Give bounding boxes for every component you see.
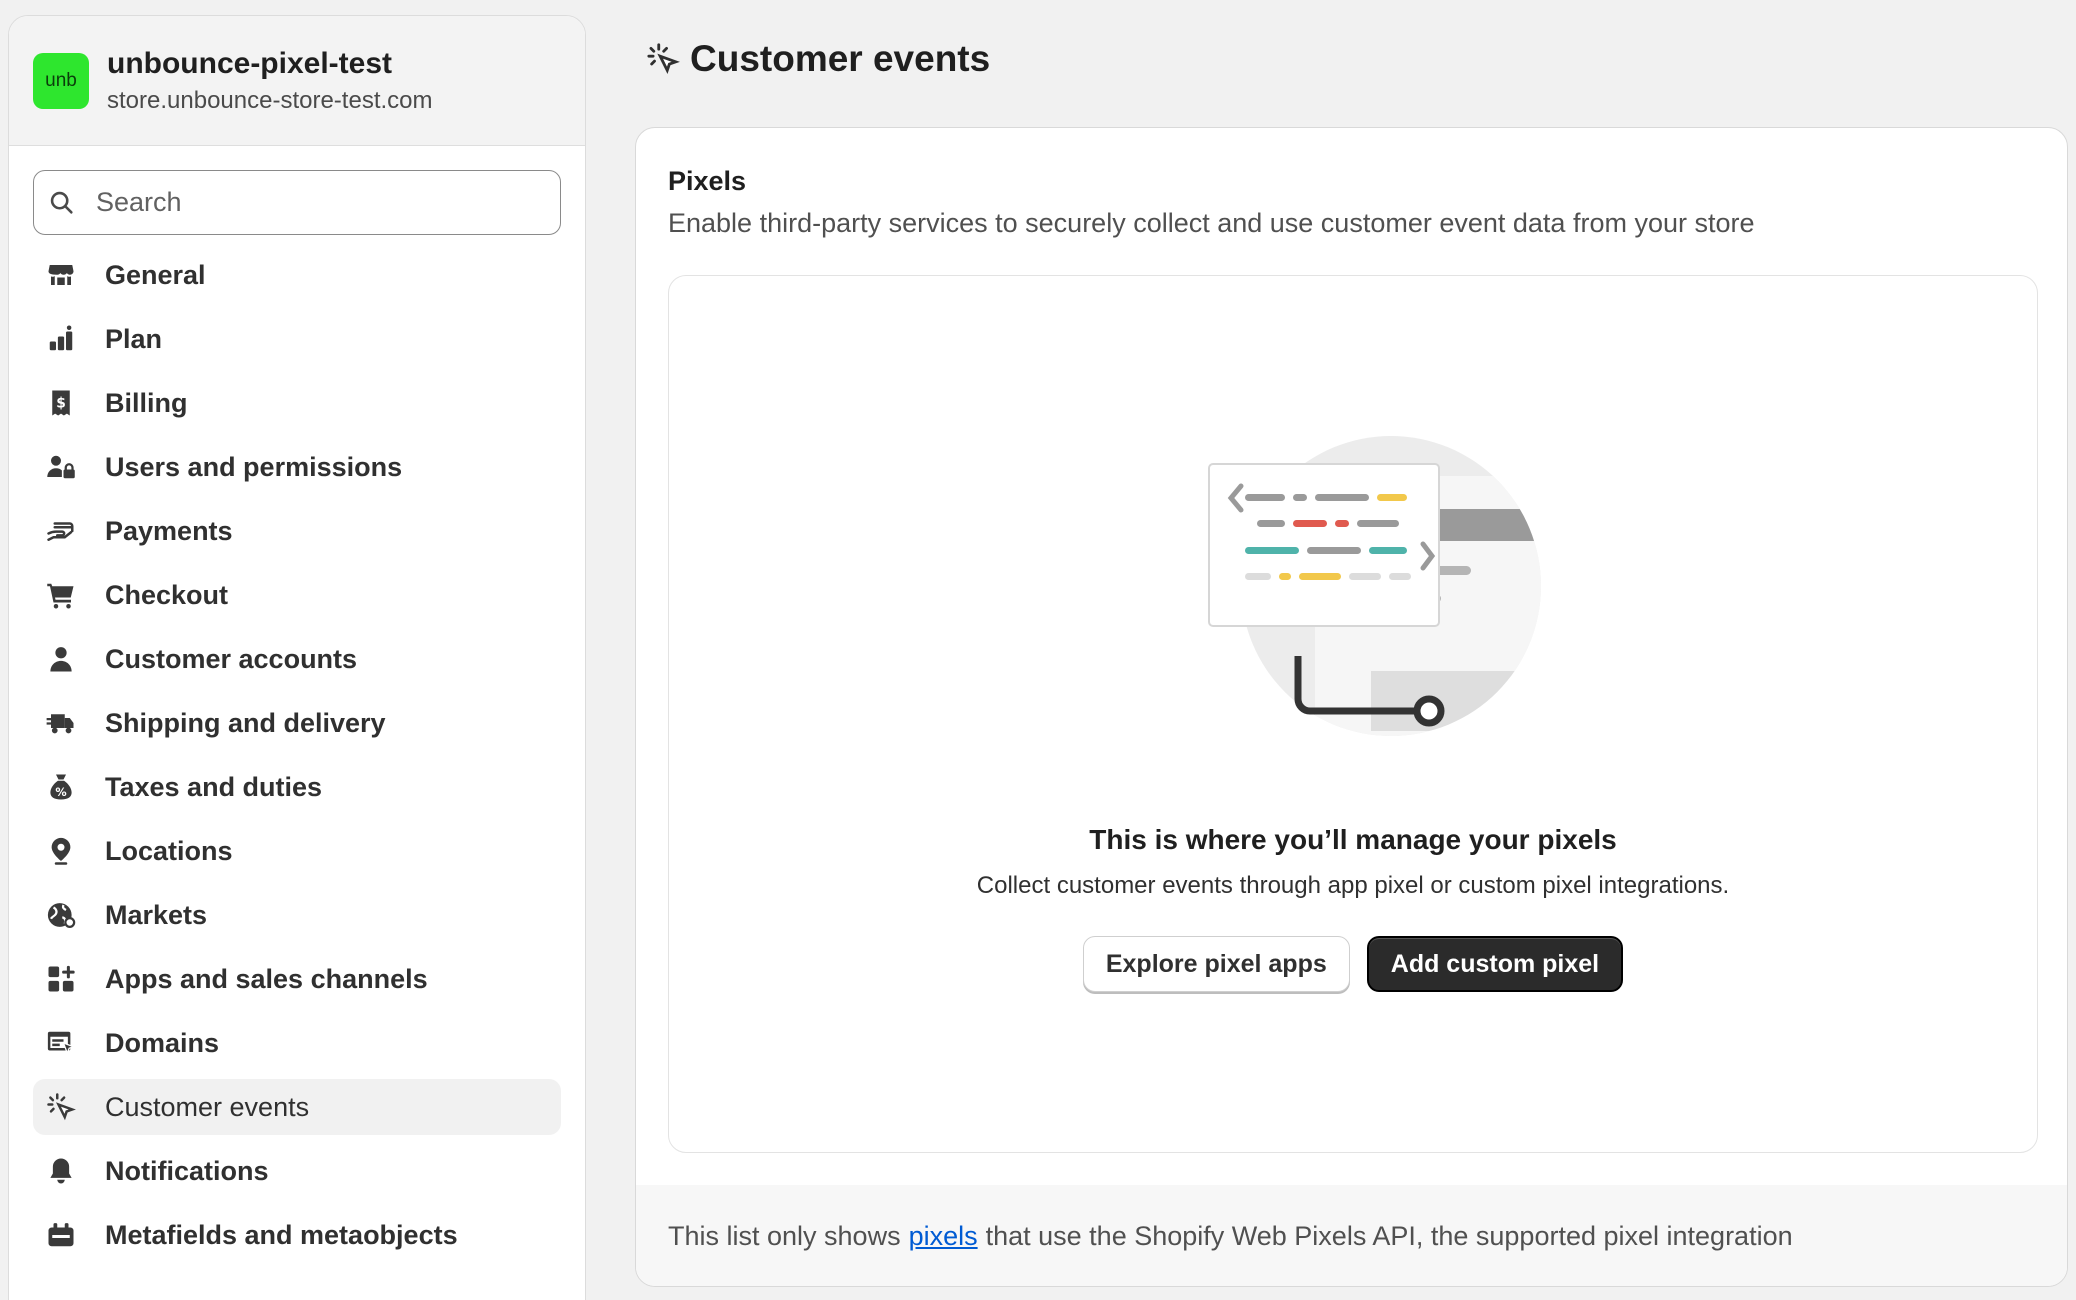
sidebar-item-apps-and-sales-channels[interactable]: Apps and sales channels — [33, 951, 561, 1007]
globe-icon — [45, 899, 77, 931]
pixels-link[interactable]: pixels — [909, 1221, 978, 1252]
sidebar-item-billing[interactable]: $ Billing — [33, 375, 561, 431]
sidebar-item-general[interactable]: General — [33, 247, 561, 303]
sidebar-item-label: Domains — [105, 1027, 220, 1058]
add-custom-pixel-button[interactable]: Add custom pixel — [1366, 936, 1624, 992]
sidebar-item-metafields-and-metaobjects[interactable]: Metafields and metaobjects — [33, 1207, 561, 1263]
cursor-click-icon — [647, 43, 680, 74]
settings-page: unb unbounce-pixel-test store.unbounce-s… — [0, 0, 2076, 1300]
store-switcher[interactable]: unb unbounce-pixel-test store.unbounce-s… — [9, 16, 585, 146]
settings-sidebar: unb unbounce-pixel-test store.unbounce-s… — [8, 15, 586, 1300]
empty-state-title: This is where you’ll manage your pixels — [1089, 824, 1617, 855]
sidebar-item-notifications[interactable]: Notifications — [33, 1143, 561, 1199]
sidebar-item-payments[interactable]: Payments — [33, 503, 561, 559]
plan-icon — [45, 323, 77, 355]
search-box[interactable] — [33, 170, 561, 235]
sidebar-item-markets[interactable]: Markets — [33, 887, 561, 943]
receipt-dollar-icon: $ — [45, 387, 77, 419]
sidebar-item-customer-events[interactable]: Customer events — [33, 1079, 561, 1135]
sidebar-item-locations[interactable]: Locations — [33, 823, 561, 879]
store-domain: store.unbounce-store-test.com — [107, 86, 433, 114]
sidebar-item-users-and-permissions[interactable]: Users and permissions — [33, 439, 561, 495]
sidebar-item-label: General — [105, 259, 206, 290]
sidebar-item-label: Billing — [105, 387, 188, 418]
pixels-footer: This list only shows pixels that use the… — [636, 1185, 2067, 1286]
empty-state-description: Collect customer events through app pixe… — [976, 872, 1730, 899]
users-lock-icon — [45, 451, 77, 483]
domain-icon — [45, 1027, 77, 1059]
sidebar-item-label: Metafields and metaobjects — [105, 1219, 458, 1250]
page-title: Customer events — [690, 38, 991, 79]
store-logo: unb — [33, 52, 89, 109]
sidebar-item-plan[interactable]: Plan — [33, 311, 561, 367]
sidebar-item-domains[interactable]: Domains — [33, 1015, 561, 1071]
bell-icon — [45, 1155, 77, 1187]
pixels-title: Pixels — [668, 166, 747, 196]
sidebar-item-label: Users and permissions — [105, 451, 403, 482]
sidebar-item-label: Locations — [105, 835, 233, 866]
cursor-click-icon — [45, 1091, 77, 1123]
sidebar-item-label: Customer events — [105, 1091, 310, 1122]
pixels-card: Pixels Enable third-party services to se… — [635, 127, 2068, 1287]
sidebar-item-checkout[interactable]: Checkout — [33, 567, 561, 623]
svg-text:$: $ — [56, 395, 66, 411]
sidebar-item-taxes-and-duties[interactable]: % Taxes and duties — [33, 759, 561, 815]
location-pin-icon — [45, 835, 77, 867]
footer-text-prefix: This list only shows — [668, 1221, 901, 1251]
sidebar-item-label: Notifications — [105, 1155, 269, 1186]
explore-pixel-apps-button[interactable]: Explore pixel apps — [1082, 936, 1350, 992]
cart-icon — [45, 579, 77, 611]
sidebar-item-label: Shipping and delivery — [105, 707, 386, 738]
truck-icon — [45, 707, 77, 739]
store-icon — [45, 259, 77, 291]
pixels-illustration — [1208, 436, 1541, 736]
empty-state-actions: Explore pixel apps Add custom pixel — [669, 936, 2037, 992]
sidebar-item-shipping-and-delivery[interactable]: Shipping and delivery — [33, 695, 561, 751]
pixels-description: Enable third-party services to securely … — [668, 208, 1755, 238]
metafields-icon — [45, 1219, 77, 1251]
svg-text:%: % — [55, 786, 66, 799]
pixels-empty-state: This is where you’ll manage your pixels … — [668, 275, 2038, 1153]
sidebar-item-label: Apps and sales channels — [105, 963, 428, 994]
sidebar-item-label: Taxes and duties — [105, 771, 323, 802]
search-icon — [50, 191, 73, 214]
tax-bag-icon: % — [45, 771, 77, 803]
sidebar-item-label: Checkout — [105, 579, 229, 610]
sidebar-item-label: Customer accounts — [105, 643, 358, 674]
sidebar-item-label: Payments — [105, 515, 233, 546]
sidebar-item-label: Plan — [105, 323, 163, 354]
person-icon — [45, 643, 77, 675]
sidebar-item-customer-accounts[interactable]: Customer accounts — [33, 631, 561, 687]
page-header: Customer events — [646, 38, 990, 80]
payment-hand-icon — [45, 515, 77, 547]
sidebar-item-label: Markets — [105, 899, 208, 930]
apps-icon — [45, 963, 77, 995]
store-info: unbounce-pixel-test store.unbounce-store… — [107, 46, 433, 116]
settings-nav: General Plan $ Billing Users and permiss… — [9, 247, 585, 1263]
footer-text-suffix: that use the Shopify Web Pixels API, the… — [985, 1221, 1793, 1251]
search-input[interactable] — [96, 187, 516, 218]
store-name: unbounce-pixel-test — [107, 46, 393, 80]
